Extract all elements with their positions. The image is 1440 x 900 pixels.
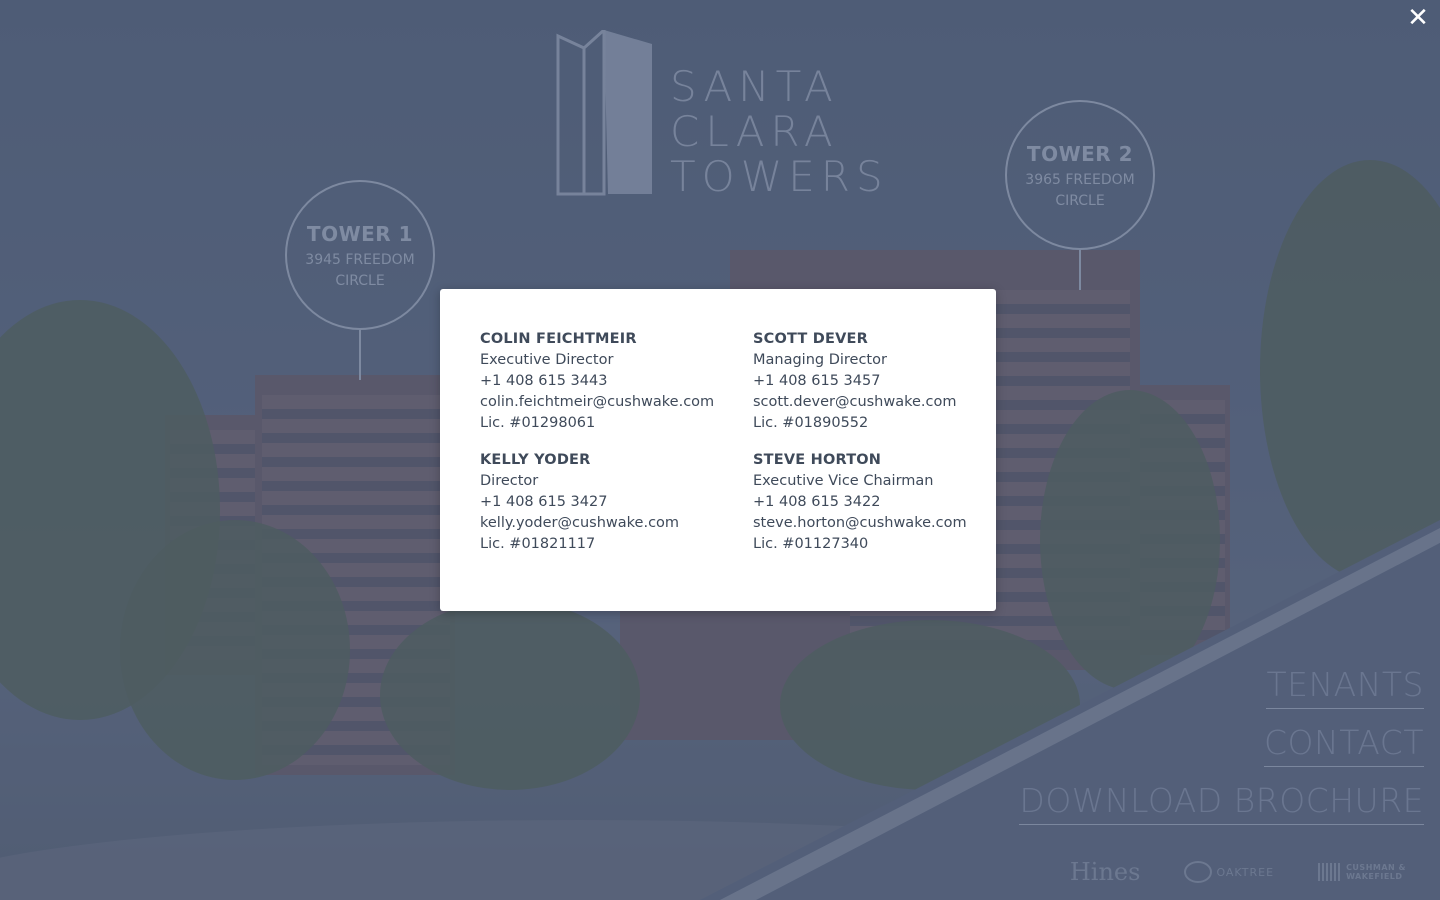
logo-line-1: SANTA [670,62,839,111]
tower-1-address-line-2: CIRCLE [335,273,385,289]
logo-line-2: CLARA [670,107,839,156]
contact-email-link[interactable]: colin.feichtmeir@cushwake.com [480,394,714,410]
contact-list: COLIN FEICHTMEIR Executive Director +1 4… [480,329,967,555]
towers-logo-icon [556,30,652,196]
contact-modal: COLIN FEICHTMEIR Executive Director +1 4… [440,289,996,611]
nav-contact-link[interactable]: CONTACT [1264,723,1424,767]
contact-name: KELLY YODER [480,452,591,468]
contact-phone-link[interactable]: +1 408 615 3422 [753,494,880,510]
contact-name: SCOTT DEVER [753,331,869,347]
partner-logos: Hines OAKTREE CUSHMAN & WAKEFIELD [1070,858,1406,886]
contact-title: Director [480,473,539,489]
close-icon[interactable]: ✕ [1404,4,1432,32]
contact-email-link[interactable]: steve.horton@cushwake.com [753,515,967,531]
tower-1-address-line-1: 3945 FREEDOM [305,252,415,268]
tower-1-badge[interactable]: TOWER 1 3945 FREEDOM CIRCLE [285,180,435,330]
contact-license: Lic. #01890552 [753,415,869,431]
contact-name: STEVE HORTON [753,452,882,468]
contact-email-link[interactable]: scott.dever@cushwake.com [753,394,957,410]
logo-wordmark: SANTA CLARA TOWERS [670,64,889,199]
tower-1-name: TOWER 1 [306,222,414,246]
tower-2-address-line-1: 3965 FREEDOM [1025,172,1135,188]
contact-card: SCOTT DEVER Managing Director +1 408 615… [753,329,1003,434]
main-nav: TENANTS CONTACT DOWNLOAD BROCHURE [1019,665,1424,839]
cushman-wakefield-line-1: CUSHMAN & [1346,863,1406,872]
tower-2-badge[interactable]: TOWER 2 3965 FREEDOM CIRCLE [1005,100,1155,250]
oaktree-logo-text: OAKTREE [1216,865,1275,879]
contact-name: COLIN FEICHTMEIR [480,331,637,347]
contact-phone-link[interactable]: +1 408 615 3457 [753,373,880,389]
cushman-wakefield-skyline-icon [1318,863,1343,881]
santa-clara-towers-logo: SANTA CLARA TOWERS [556,30,896,200]
contact-email-link[interactable]: kelly.yoder@cushwake.com [480,515,679,531]
tower-2-name: TOWER 2 [1026,142,1134,166]
hines-logo: Hines [1069,858,1141,886]
tower-1-address: 3945 FREEDOM CIRCLE [287,250,433,292]
tower-2-address: 3965 FREEDOM CIRCLE [1007,170,1153,212]
oaktree-ring-icon [1184,861,1213,883]
contact-title: Managing Director [753,352,887,368]
contact-card: COLIN FEICHTMEIR Executive Director +1 4… [480,329,753,434]
nav-tenants-link[interactable]: TENANTS [1266,665,1424,709]
cushman-wakefield-logo: CUSHMAN & WAKEFIELD [1318,863,1406,881]
contact-card: KELLY YODER Director +1 408 615 3427 kel… [480,450,753,555]
contact-card: STEVE HORTON Executive Vice Chairman +1 … [753,450,1003,555]
contact-license: Lic. #01821117 [480,536,596,552]
tower-2-pointer [1079,250,1081,290]
oaktree-logo: OAKTREE [1184,861,1274,883]
nav-download-brochure-link[interactable]: DOWNLOAD BROCHURE [1019,781,1424,825]
logo-line-3: TOWERS [670,152,889,201]
contact-phone-link[interactable]: +1 408 615 3443 [480,373,607,389]
contact-title: Executive Vice Chairman [753,473,934,489]
contact-phone-link[interactable]: +1 408 615 3427 [480,494,607,510]
contact-title: Executive Director [480,352,614,368]
tower-2-address-line-2: CIRCLE [1055,193,1105,209]
contact-license: Lic. #01298061 [480,415,596,431]
cushman-wakefield-line-2: WAKEFIELD [1346,872,1403,881]
contact-license: Lic. #01127340 [753,536,869,552]
tower-1-pointer [359,330,361,380]
